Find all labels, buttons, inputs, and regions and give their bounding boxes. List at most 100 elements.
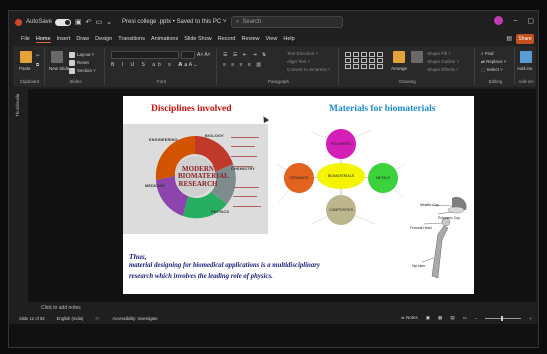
group-label-slides: Slides (69, 79, 82, 84)
new-slide-button[interactable] (51, 51, 65, 63)
undo-icon[interactable]: ↶ (86, 18, 92, 26)
slide-canvas: Disciplines involved Materials for bioma… (28, 89, 536, 302)
section-icon (69, 68, 75, 74)
language-indicator[interactable]: English (India) (57, 316, 84, 321)
reset-icon (69, 60, 75, 66)
layout-icon (69, 52, 75, 58)
font-size-field[interactable] (181, 51, 195, 59)
tab-draw[interactable]: Draw (76, 36, 89, 42)
slide-counter[interactable]: Slide 12 of 92 (19, 316, 45, 321)
font-family-field[interactable] (111, 51, 179, 59)
maximize-icon[interactable]: ▢ (527, 17, 534, 25)
addins-button[interactable] (520, 51, 534, 63)
document-title[interactable]: Presi college .pptx • Saved to this PC ˅ (122, 19, 226, 25)
align-buttons[interactable]: ≡ ≡ ≡ ≡ ▥ (223, 62, 263, 68)
slide-sorter-icon[interactable]: ▦ (438, 315, 442, 321)
font-grow-icon[interactable]: A˄ A˅ (197, 52, 211, 58)
zoom-out-icon[interactable]: – (475, 316, 478, 321)
select-button[interactable]: ⬚ Select ˅ (481, 67, 503, 73)
paste-label: Paste (19, 66, 31, 71)
align-text-button[interactable]: Align Text ˅ (287, 59, 310, 64)
caption-line-1[interactable]: material designing for biomedical applic… (129, 262, 320, 269)
notes-pane[interactable]: Click to add notes (13, 303, 536, 312)
section-button[interactable]: Section ˅ (69, 68, 96, 74)
replace-button[interactable]: ⇄ Replace ˅ (481, 59, 506, 65)
shapes-gallery[interactable] (344, 52, 384, 70)
materials-bubble-composites: COMPOSITES (329, 208, 353, 212)
select-label: Select ˅ (486, 67, 503, 72)
present-icon[interactable]: ▭ (96, 18, 103, 26)
reset-label: Reset (77, 60, 89, 66)
quick-styles-button[interactable] (411, 51, 425, 63)
powerpoint-logo-icon (15, 18, 22, 26)
tab-design[interactable]: Design (95, 36, 112, 42)
layout-button[interactable]: Layout ˅ (69, 52, 94, 58)
search-box[interactable]: ⌕ Search (231, 16, 343, 28)
hip-implant-image[interactable]: Metallic Cup Polymeric Cup Femoral Head … (408, 196, 470, 288)
reset-button[interactable]: Reset (69, 60, 89, 66)
venn-label-medicine: MEDICINE (145, 184, 166, 188)
autosave-control[interactable]: AutoSave (26, 18, 72, 26)
venn-biology-notes (231, 130, 261, 167)
comments-icon[interactable]: ▤ (506, 35, 512, 42)
implant-label-metallic-cup: Metallic Cup (420, 203, 439, 207)
tab-animations[interactable]: Animations (151, 36, 178, 42)
tab-record[interactable]: Record (218, 36, 236, 42)
venn-label-physics: PHYSICS (211, 210, 230, 214)
tab-insert[interactable]: Insert (57, 36, 71, 42)
caption-line-2[interactable]: research which involves the leading role… (129, 273, 273, 280)
current-slide[interactable]: Disciplines involved Materials for bioma… (123, 96, 474, 294)
share-button[interactable]: Share (516, 34, 534, 44)
ribbon: Paste ✂ ⧉ Clipboard New Slide Layout ˅ R… (13, 46, 536, 87)
cut-icon[interactable]: ✂ (36, 53, 40, 59)
slide-title-materials[interactable]: Materials for biomaterials (329, 104, 435, 114)
materials-bubble-metals: METALS (375, 176, 391, 180)
notes-toggle-button[interactable]: ≐ Notes (401, 315, 418, 321)
mouse-cursor-icon (260, 114, 270, 124)
shape-outline-button[interactable]: Shape Outline ˅ (427, 59, 459, 64)
zoom-slider[interactable] (485, 315, 522, 321)
minimize-icon[interactable]: – (513, 17, 517, 24)
paste-icon (20, 51, 32, 63)
new-slide-icon (51, 51, 63, 63)
copy-icon[interactable]: ⧉ (36, 62, 39, 67)
materials-diagram-image[interactable]: BIOMATERIALS POLYMERS METALS CERAMICS CO… (271, 124, 411, 234)
autosave-toggle[interactable] (55, 18, 72, 26)
tab-help[interactable]: Help (283, 36, 294, 42)
shape-effects-button[interactable]: Shape Effects ˅ (427, 67, 459, 72)
status-bar-right: ≐ Notes ▣ ▦ ▤ ▭ – + (401, 313, 532, 323)
implant-label-hip-stem: Hip stem (412, 264, 426, 268)
layout-label: Layout ˅ (77, 52, 95, 58)
tab-review[interactable]: Review (241, 36, 259, 42)
paste-button[interactable] (20, 51, 34, 63)
slide-title-disciplines[interactable]: Disciplines involved (151, 104, 232, 114)
customize-toolbar-icon[interactable]: ⌄ (106, 18, 112, 26)
reading-view-icon[interactable]: ▤ (450, 315, 454, 321)
zoom-in-icon[interactable]: + (529, 316, 532, 321)
materials-bubble-polymers: POLYMERS (331, 142, 351, 146)
convert-smartart-button[interactable]: Convert to SmartArt ˅ (287, 67, 331, 72)
tab-view[interactable]: View (266, 36, 278, 42)
tab-transitions[interactable]: Transitions (118, 36, 145, 42)
text-direction-button[interactable]: Text Direction ˅ (287, 51, 318, 56)
list-buttons[interactable]: ☰ ☰ ⇤ ⇥ ⇅ (223, 52, 268, 58)
slideshow-view-icon[interactable]: ▭ (463, 315, 467, 321)
thumbnail-rail[interactable]: › Thumbnails (13, 89, 27, 302)
disciplines-diagram-image[interactable]: ENGINEERING BIOLOGY CHEMISTRY PHYSICS ME… (123, 124, 268, 234)
caption-thus[interactable]: Thus, (129, 252, 147, 261)
accessibility-status[interactable]: ⚇ Accessibility: Investigate (95, 316, 169, 321)
tab-file[interactable]: File (21, 36, 30, 42)
arrange-button[interactable] (393, 51, 407, 63)
arrange-icon (393, 51, 405, 63)
shape-fill-button[interactable]: Shape Fill ˅ (427, 51, 451, 56)
user-avatar[interactable] (494, 16, 504, 25)
group-slides: New Slide Layout ˅ Reset Section ˅ Slide… (47, 48, 105, 85)
group-drawing: Arrange Shape Fill ˅ Shape Outline ˅ Sha… (341, 48, 475, 85)
find-button[interactable]: ⌕ Find (481, 51, 494, 56)
venn-center-text: MODERN BIOMATERIAL RESEARCH (178, 165, 229, 188)
tab-home[interactable]: Home (35, 36, 51, 43)
tab-slide-show[interactable]: Slide Show (184, 36, 212, 42)
normal-view-icon[interactable]: ▣ (426, 315, 430, 321)
save-icon[interactable]: ▣ (75, 18, 82, 26)
font-color-icon[interactable]: A ⌄ A ⌄ (179, 62, 197, 68)
